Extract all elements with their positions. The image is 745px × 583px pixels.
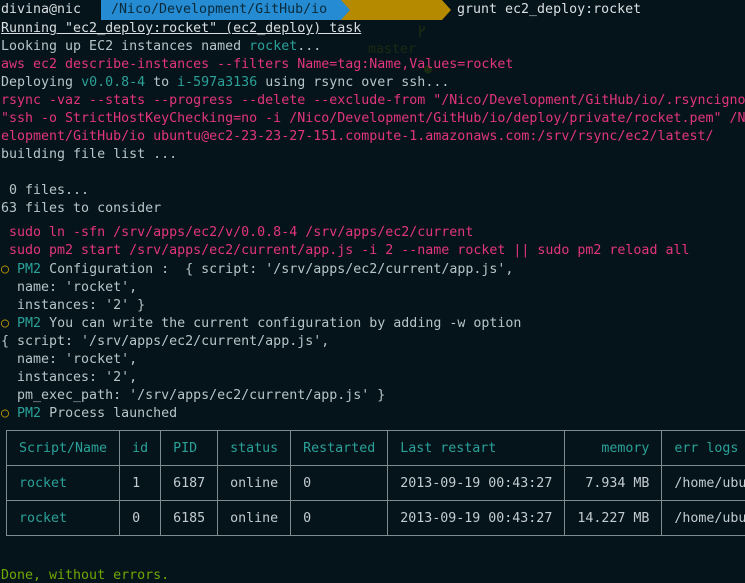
col-last-restart: Last restart	[387, 430, 566, 466]
col-id: id	[119, 430, 162, 466]
files-count-line: 0 files...	[1, 183, 90, 198]
done-line: Done, without errors.	[1, 568, 170, 583]
pm2-launched-line: ○ PM2 Process launched	[1, 406, 178, 421]
pm2-bullet-icon: ○	[1, 262, 10, 277]
pm2-label: PM2	[17, 262, 42, 277]
col-pid: PID	[160, 430, 219, 466]
deploying-line: Deploying v0.0.8-4 to i-597a3136 using r…	[1, 75, 450, 90]
deploy-version: v0.0.8-4	[81, 75, 146, 90]
cell-pid: 6187	[160, 465, 219, 501]
pm2-config-name-line: name: 'rocket',	[1, 280, 138, 295]
cell-status: online	[217, 465, 292, 501]
branch-icon	[354, 4, 425, 37]
col-restarted: Restarted	[290, 430, 389, 466]
prompt-command: grunt ec2_deploy:rocket	[457, 2, 642, 17]
lookup-line: Looking up EC2 instances named rocket...	[1, 39, 322, 54]
config-object-line-2: name: 'rocket',	[1, 352, 138, 367]
pm2-config-instances-line: instances: '2' }	[1, 298, 146, 313]
pm2-hint-line: ○ PM2 You can write the current configur…	[1, 316, 522, 331]
prompt-separator-path	[341, 0, 350, 20]
prompt-line: divina@nic /Nico/Development/GitHub/io m…	[0, 0, 745, 77]
cell-err-logs: /home/ubuntu/.pm2/logs/rocket-err-0.log	[661, 500, 745, 536]
table-row: rocket 1 6187 online 0 2013-09-19 00:43:…	[5, 465, 745, 501]
pm2-process-table: Script/Name id PID status Restarted Last…	[5, 430, 745, 536]
cell-script-name: rocket	[5, 465, 121, 501]
prompt-user-host: divina@nic	[1, 2, 82, 17]
col-err-logs: err logs	[661, 430, 745, 466]
cell-script-name: rocket	[5, 500, 121, 536]
cell-last-restart: 2013-09-19 00:43:27	[387, 465, 566, 501]
cell-id: 0	[119, 500, 162, 536]
prompt-separator	[93, 0, 101, 20]
config-object-line-3: instances: '2',	[1, 370, 138, 385]
pm2-start-command-line: sudo pm2 start /srv/apps/ec2/current/app…	[1, 243, 690, 258]
pm2-bullet-icon: ○	[1, 406, 10, 421]
cell-restarted: 0	[290, 500, 389, 536]
cell-last-restart: 2013-09-19 00:43:27	[387, 500, 566, 536]
cell-pid: 6185	[160, 500, 219, 536]
cell-err-logs: /home/ubuntu/.pm2/logs/rocket-err-1.log	[661, 465, 745, 501]
rsync-command-line-2: "ssh -o StrictHostKeyChecking=no -i /Nic…	[1, 111, 745, 126]
table-row: rocket 0 6185 online 0 2013-09-19 00:43:…	[5, 500, 745, 536]
ln-command-line: sudo ln -sfn /srv/apps/ec2/v/0.0.8-4 /sr…	[1, 225, 474, 240]
running-task-line: Running "ec2_deploy:rocket" (ec2_deploy)…	[1, 21, 362, 36]
aws-command-line: aws ec2 describe-instances --filters Nam…	[1, 57, 514, 72]
cell-id: 1	[119, 465, 162, 501]
col-status: status	[217, 430, 292, 466]
cell-restarted: 0	[290, 465, 389, 501]
prompt-separator-git	[442, 0, 451, 20]
cell-memory: 14.227 MB	[564, 500, 663, 536]
pm2-configuration-line: ○ PM2 Configuration : { script: '/srv/ap…	[1, 262, 514, 277]
col-script-name: Script/Name	[5, 430, 121, 466]
col-memory: memory	[564, 430, 663, 466]
rsync-command-line-1: rsync -vaz --stats --progress --delete -…	[1, 93, 745, 108]
pm2-bullet-icon: ○	[1, 316, 10, 331]
building-file-list-line: building file list ...	[1, 147, 178, 162]
git-branch-segment: master ●	[350, 0, 442, 77]
terminal-window[interactable]: divina@nic /Nico/Development/GitHub/io m…	[0, 0, 745, 583]
cell-status: online	[217, 500, 292, 536]
config-object-line-4: pm_exec_path: '/srv/apps/ec2/current/app…	[1, 388, 386, 403]
lookup-name: rocket	[249, 39, 298, 54]
config-object-line-1: { script: '/srv/apps/ec2/current/app.js'…	[1, 334, 330, 349]
deploy-instance: i-597a3136	[177, 75, 258, 90]
pm2-label: PM2	[17, 406, 42, 421]
table-header-row: Script/Name id PID status Restarted Last…	[5, 430, 745, 466]
pm2-label: PM2	[17, 316, 42, 331]
prompt-path: /Nico/Development/GitHub/io	[101, 0, 341, 20]
files-consider-line: 63 files to consider	[1, 201, 162, 216]
cell-memory: 7.934 MB	[564, 465, 663, 501]
rsync-command-line-3: elopment/GitHub/io ubuntu@ec2-23-23-27-1…	[1, 129, 714, 144]
